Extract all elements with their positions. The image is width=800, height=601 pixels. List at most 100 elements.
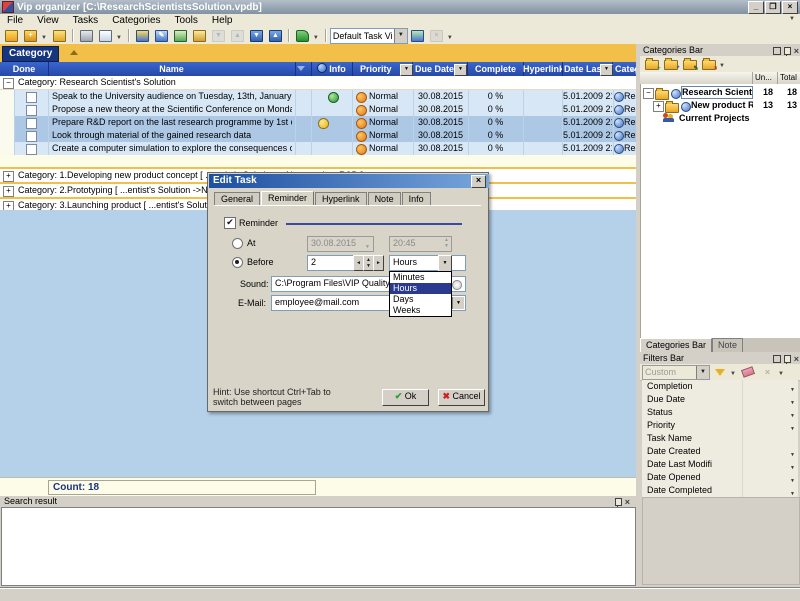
task-done-checkbox[interactable] [26,92,37,103]
tree-col-total[interactable]: Total [777,72,800,84]
expand-group-icon[interactable]: + [3,171,14,182]
expand-node-icon[interactable]: + [653,101,664,112]
delete-filter-icon[interactable]: × [759,364,776,380]
funnel-overflow-icon[interactable]: ▼ [730,371,736,377]
at-time-spinner[interactable]: 20:45▲▼ [389,236,452,252]
float-pane-icon[interactable] [773,355,781,363]
tree-col-unread[interactable]: Un... [752,72,779,84]
tab-categories-bar[interactable]: Categories Bar [640,338,712,352]
priority-filter-icon[interactable]: ▼ [400,64,413,76]
option-hours-highlighted[interactable]: Hours [390,283,451,294]
close-button[interactable]: × [782,1,798,14]
new-task-icon[interactable] [3,28,20,44]
collapse-node-icon[interactable]: − [643,88,654,99]
new-category-icon[interactable]: + [643,56,660,72]
task-row-selected[interactable]: Look through material of the gained rese… [0,129,636,143]
delete-view-icon[interactable]: × [428,28,445,44]
save-database-icon[interactable] [51,28,68,44]
view-task-icon[interactable] [191,28,208,44]
view-overflow-icon[interactable]: ▼ [447,35,453,41]
pin-icon[interactable] [615,498,622,506]
tree-col-name[interactable] [640,72,754,84]
filter-row-completion[interactable]: Completion▼ [642,380,798,394]
menu-help[interactable]: Help [205,14,240,27]
float-pane-icon[interactable] [773,47,781,55]
search-result-body[interactable] [1,507,636,586]
dialog-title-bar[interactable]: Edit Task [209,174,489,188]
delete-category-icon[interactable]: × [700,56,717,72]
tab-reminder[interactable]: Reminder [261,191,314,206]
menu-tools[interactable]: Tools [168,14,205,27]
col-flag[interactable] [295,62,312,76]
restore-button[interactable]: ❐ [765,1,781,14]
filter-preset-arrow-icon[interactable]: ▼ [696,366,709,379]
task-row[interactable]: Speak to the University audience on Tues… [0,90,636,104]
minimize-button[interactable]: _ [748,1,764,14]
email-combo-arrow-icon[interactable]: ▼ [452,297,464,309]
filter-row-date-last-modified[interactable]: Date Last Modifi▼ [642,458,798,472]
duplicate-task-icon[interactable] [172,28,189,44]
col-complete[interactable]: Complete [468,62,524,76]
collapse-all-icon[interactable]: ▲ [267,28,284,44]
expand-group-icon[interactable]: + [3,186,14,197]
tab-note[interactable]: Note [368,192,401,206]
filter-row-date-completed[interactable]: Date Completed▼ [642,484,798,498]
close-pane-icon[interactable]: × [625,498,630,506]
reminder-checkbox[interactable]: ✔ [224,217,236,229]
close-pane-icon[interactable]: × [794,47,799,55]
flag-overflow-icon[interactable]: ▼ [313,35,319,41]
filter-preset-combo[interactable]: Custom ▼ [642,365,710,380]
apply-view-icon[interactable] [409,28,426,44]
collapse-group-icon[interactable]: − [3,78,14,89]
close-pane-icon[interactable]: × [794,355,799,363]
filter-row-priority[interactable]: Priority▼ [642,419,798,433]
at-date-combo[interactable]: 30.08.2015▼ [307,236,374,252]
apply-filter-funnel-icon[interactable] [711,364,728,380]
paste-icon[interactable] [134,28,151,44]
filter-row-task-name[interactable]: Task Name [642,432,798,446]
edit-task-icon[interactable]: ✎ [153,28,170,44]
tab-info[interactable]: Info [402,192,431,206]
ok-button[interactable]: ✔ Ok [382,389,429,406]
filters-toolbar-overflow-icon[interactable]: ▼ [778,371,784,377]
pin-icon[interactable] [784,47,791,55]
filter-row-date-created[interactable]: Date Created▼ [642,445,798,459]
flag-icon[interactable] [294,28,311,44]
task-done-checkbox[interactable] [26,144,37,155]
cancel-button[interactable]: ✖ Cancel [438,389,485,406]
categories-toolbar-overflow-icon[interactable]: ▼ [719,63,725,69]
task-done-checkbox[interactable] [26,105,37,116]
print-preview-icon[interactable] [97,28,114,44]
new-database-icon[interactable]: + [22,28,39,44]
speaker-icon[interactable] [452,280,462,290]
dialog-close-icon[interactable]: × [471,175,486,188]
col-done[interactable]: Done [0,62,49,76]
print-overflow-icon[interactable]: ▼ [116,35,122,41]
due-date-filter-icon[interactable]: ▼ [454,64,467,76]
date-last-filter-icon[interactable]: ▼ [600,64,613,76]
clear-filter-eraser-icon[interactable] [740,364,757,380]
tab-hyperlink[interactable]: Hyperlink [315,192,367,206]
print-icon[interactable] [78,28,95,44]
menu-tasks[interactable]: Tasks [66,14,106,27]
unit-combo[interactable]: Hours [389,255,466,271]
tree-item-current-projects[interactable]: Current Projects [641,112,799,125]
move-down-icon[interactable]: ▼ [210,28,227,44]
new-subcategory-icon[interactable]: * [662,56,679,72]
menu-view[interactable]: View [30,14,66,27]
at-radio[interactable] [232,238,243,249]
before-radio[interactable] [232,257,243,268]
menubar-overflow-icon[interactable]: ▼ [789,16,795,22]
tab-general[interactable]: General [214,192,260,206]
task-row[interactable]: Create a computer simulation to explore … [0,142,636,156]
task-row[interactable]: Propose a new theory at the Scientific C… [0,103,636,117]
edit-category-icon[interactable]: ✎ [681,56,698,72]
task-row-selected[interactable]: Prepare R&D report on the last research … [0,116,636,130]
move-up-icon[interactable]: ▲ [229,28,246,44]
group-row-research[interactable]: − Category: Research Scientist's Solutio… [0,76,636,90]
before-value-input[interactable]: 2 [307,255,355,271]
new-dropdown-icon[interactable]: ▼ [41,35,47,41]
option-days[interactable]: Days [390,294,451,305]
task-view-combo-arrow-icon[interactable]: ▼ [394,29,407,43]
col-info[interactable]: Info [311,62,353,76]
